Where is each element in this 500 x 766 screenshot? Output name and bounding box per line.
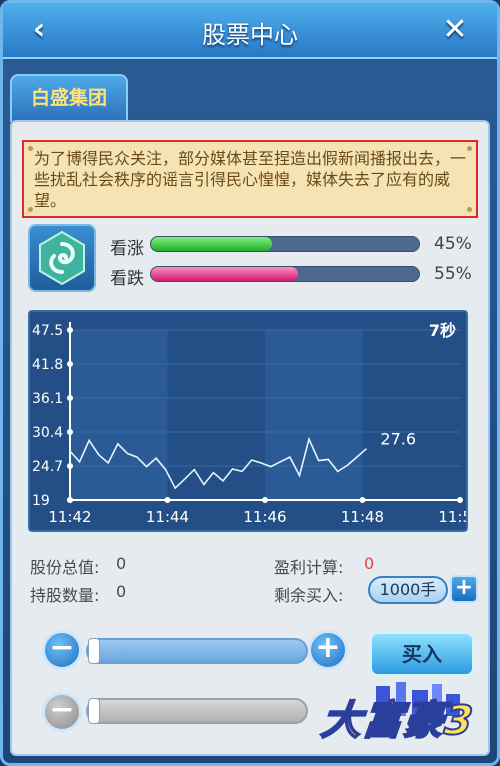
rivet-icon [467,207,472,212]
remain-quantity: 1000手 [368,576,448,604]
countdown-timer: 7秒 [429,321,456,340]
bearish-fill [151,267,299,281]
slider-handle[interactable] [88,698,100,724]
x-tick-label: 11:42 [48,508,91,526]
rivet-icon [28,146,33,151]
news-box: 为了博得民众关注，部分媒体甚至捏造出假新闻播报出去，一些扰乱社会秩序的谣言引得民… [22,140,478,218]
close-icon[interactable]: ✕ [435,11,475,51]
x-tick-label: 11:50 [438,508,466,526]
holdings-label: 持股数量: [30,586,100,605]
news-text: 为了博得民众关注，部分媒体甚至捏造出假新闻播报出去，一些扰乱社会秩序的谣言引得民… [34,149,467,210]
logo-text: 大富豪3 [318,697,477,745]
price-chart-svg: 47.5 41.8 36.1 30.4 24.7 1911:42 11:44 11:46 11:… [32,321,482,526]
bearish-label: 看跌 [110,269,144,289]
bullish-percent: 45% [434,234,472,254]
y-tick-label: 19 [32,493,50,509]
y-tick-label: 36.1 [32,391,63,407]
x-tick-label: 11:46 [243,508,286,526]
bullish-label: 看涨 [110,239,144,259]
decrease-button-disabled[interactable]: − [42,692,82,732]
y-tick-label: 24.7 [32,459,63,475]
total-value: 0 [116,554,127,573]
last-price-label: 27.6 [380,430,416,449]
chart-band [70,330,168,500]
y-tick-label: 47.5 [32,323,63,339]
x-tick-dot [164,497,171,503]
plus-icon[interactable]: + [450,575,478,603]
bearish-bar [150,266,420,282]
profit-value: 0 [364,554,375,573]
tab-company[interactable]: 白盛集团 [10,74,128,122]
increase-button[interactable]: + [308,630,348,670]
x-tick-dot [262,497,268,503]
x-tick-dot [67,497,73,503]
slider-handle[interactable] [88,638,100,664]
remain-label: 剩余买入: [274,586,344,605]
rivet-icon [467,146,472,151]
buy-button[interactable]: 买入 [370,632,474,676]
title-bar: ‹ 股票中心 ✕ [3,3,497,59]
bullish-bar [150,236,420,252]
y-tick-label: 30.4 [32,425,63,441]
y-tick-label: 41.8 [32,357,63,373]
x-tick-label: 11:48 [341,508,384,526]
total-value-label: 股份总值: [30,558,100,577]
chart-band [265,330,363,500]
x-tick-label: 11:44 [146,508,189,526]
bearish-percent: 55% [434,264,472,284]
profit-label: 盈利计算: [274,558,344,577]
holdings-value: 0 [116,582,127,601]
price-chart: 47.5 41.8 36.1 30.4 24.7 19 11:42 11:44 11:46 11:… [28,310,482,532]
company-logo-icon [28,224,96,292]
page-title: 股票中心 [202,21,298,49]
sell-slider[interactable] [86,698,308,724]
x-tick-dot [457,497,463,503]
x-tick-dot [359,497,366,503]
quantity-slider[interactable] [86,638,308,664]
rivet-icon [28,207,33,212]
decrease-button[interactable]: − [42,630,82,670]
bullish-fill [151,237,272,251]
